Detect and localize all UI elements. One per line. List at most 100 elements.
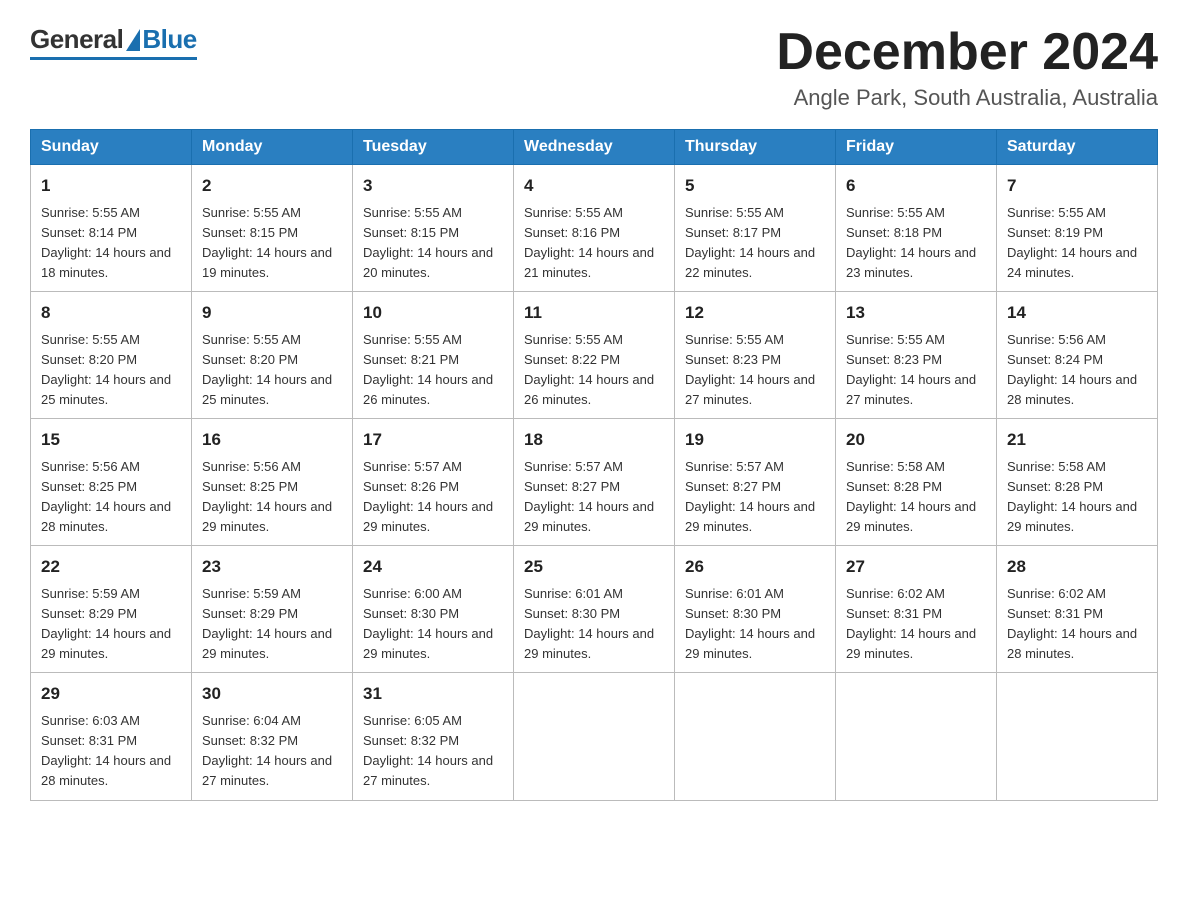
day-number: 10 xyxy=(363,300,503,326)
day-number: 3 xyxy=(363,173,503,199)
calendar-table: Sunday Monday Tuesday Wednesday Thursday… xyxy=(30,129,1158,800)
page-header: General Blue December 2024 Angle Park, S… xyxy=(30,24,1158,111)
calendar-cell: 28 Sunrise: 6:02 AMSunset: 8:31 PMDaylig… xyxy=(997,546,1158,673)
day-info: Sunrise: 5:59 AMSunset: 8:29 PMDaylight:… xyxy=(202,586,332,661)
day-number: 30 xyxy=(202,681,342,707)
day-number: 31 xyxy=(363,681,503,707)
calendar-cell: 2 Sunrise: 5:55 AMSunset: 8:15 PMDayligh… xyxy=(192,165,353,292)
calendar-cell: 12 Sunrise: 5:55 AMSunset: 8:23 PMDaylig… xyxy=(675,292,836,419)
day-info: Sunrise: 5:56 AMSunset: 8:24 PMDaylight:… xyxy=(1007,332,1137,407)
day-number: 26 xyxy=(685,554,825,580)
header-wednesday: Wednesday xyxy=(514,130,675,165)
calendar-cell xyxy=(675,673,836,800)
day-info: Sunrise: 5:55 AMSunset: 8:19 PMDaylight:… xyxy=(1007,205,1137,280)
day-number: 15 xyxy=(41,427,181,453)
calendar-cell: 7 Sunrise: 5:55 AMSunset: 8:19 PMDayligh… xyxy=(997,165,1158,292)
calendar-cell xyxy=(514,673,675,800)
day-number: 22 xyxy=(41,554,181,580)
calendar-week-2: 8 Sunrise: 5:55 AMSunset: 8:20 PMDayligh… xyxy=(31,292,1158,419)
day-info: Sunrise: 5:56 AMSunset: 8:25 PMDaylight:… xyxy=(202,459,332,534)
day-number: 1 xyxy=(41,173,181,199)
day-number: 4 xyxy=(524,173,664,199)
day-info: Sunrise: 6:05 AMSunset: 8:32 PMDaylight:… xyxy=(363,713,493,788)
calendar-cell: 14 Sunrise: 5:56 AMSunset: 8:24 PMDaylig… xyxy=(997,292,1158,419)
calendar-cell xyxy=(836,673,997,800)
logo-triangle-icon xyxy=(126,29,140,51)
month-title: December 2024 xyxy=(776,24,1158,81)
day-info: Sunrise: 5:55 AMSunset: 8:23 PMDaylight:… xyxy=(685,332,815,407)
logo-underline xyxy=(30,57,197,60)
header-monday: Monday xyxy=(192,130,353,165)
day-number: 16 xyxy=(202,427,342,453)
day-info: Sunrise: 6:03 AMSunset: 8:31 PMDaylight:… xyxy=(41,713,171,788)
header-saturday: Saturday xyxy=(997,130,1158,165)
calendar-cell: 24 Sunrise: 6:00 AMSunset: 8:30 PMDaylig… xyxy=(353,546,514,673)
logo: General Blue xyxy=(30,24,197,60)
calendar-cell: 10 Sunrise: 5:55 AMSunset: 8:21 PMDaylig… xyxy=(353,292,514,419)
day-info: Sunrise: 6:00 AMSunset: 8:30 PMDaylight:… xyxy=(363,586,493,661)
header-friday: Friday xyxy=(836,130,997,165)
calendar-cell: 17 Sunrise: 5:57 AMSunset: 8:26 PMDaylig… xyxy=(353,419,514,546)
day-info: Sunrise: 5:55 AMSunset: 8:22 PMDaylight:… xyxy=(524,332,654,407)
day-info: Sunrise: 5:56 AMSunset: 8:25 PMDaylight:… xyxy=(41,459,171,534)
calendar-cell: 25 Sunrise: 6:01 AMSunset: 8:30 PMDaylig… xyxy=(514,546,675,673)
day-info: Sunrise: 5:57 AMSunset: 8:26 PMDaylight:… xyxy=(363,459,493,534)
logo-blue-text: Blue xyxy=(142,24,196,55)
calendar-cell: 23 Sunrise: 5:59 AMSunset: 8:29 PMDaylig… xyxy=(192,546,353,673)
calendar-cell: 20 Sunrise: 5:58 AMSunset: 8:28 PMDaylig… xyxy=(836,419,997,546)
day-number: 7 xyxy=(1007,173,1147,199)
calendar-cell: 6 Sunrise: 5:55 AMSunset: 8:18 PMDayligh… xyxy=(836,165,997,292)
calendar-cell: 31 Sunrise: 6:05 AMSunset: 8:32 PMDaylig… xyxy=(353,673,514,800)
day-number: 12 xyxy=(685,300,825,326)
day-info: Sunrise: 5:55 AMSunset: 8:20 PMDaylight:… xyxy=(41,332,171,407)
calendar-cell: 11 Sunrise: 5:55 AMSunset: 8:22 PMDaylig… xyxy=(514,292,675,419)
day-info: Sunrise: 6:01 AMSunset: 8:30 PMDaylight:… xyxy=(685,586,815,661)
day-info: Sunrise: 6:02 AMSunset: 8:31 PMDaylight:… xyxy=(846,586,976,661)
day-info: Sunrise: 5:55 AMSunset: 8:16 PMDaylight:… xyxy=(524,205,654,280)
day-number: 8 xyxy=(41,300,181,326)
day-number: 11 xyxy=(524,300,664,326)
day-number: 29 xyxy=(41,681,181,707)
calendar-cell: 5 Sunrise: 5:55 AMSunset: 8:17 PMDayligh… xyxy=(675,165,836,292)
day-number: 20 xyxy=(846,427,986,453)
day-info: Sunrise: 5:55 AMSunset: 8:17 PMDaylight:… xyxy=(685,205,815,280)
location-subtitle: Angle Park, South Australia, Australia xyxy=(776,85,1158,111)
calendar-cell: 27 Sunrise: 6:02 AMSunset: 8:31 PMDaylig… xyxy=(836,546,997,673)
calendar-cell: 13 Sunrise: 5:55 AMSunset: 8:23 PMDaylig… xyxy=(836,292,997,419)
day-number: 25 xyxy=(524,554,664,580)
calendar-cell: 29 Sunrise: 6:03 AMSunset: 8:31 PMDaylig… xyxy=(31,673,192,800)
day-info: Sunrise: 5:57 AMSunset: 8:27 PMDaylight:… xyxy=(524,459,654,534)
header-sunday: Sunday xyxy=(31,130,192,165)
day-number: 27 xyxy=(846,554,986,580)
calendar-cell: 19 Sunrise: 5:57 AMSunset: 8:27 PMDaylig… xyxy=(675,419,836,546)
calendar-cell: 22 Sunrise: 5:59 AMSunset: 8:29 PMDaylig… xyxy=(31,546,192,673)
day-number: 28 xyxy=(1007,554,1147,580)
calendar-cell: 26 Sunrise: 6:01 AMSunset: 8:30 PMDaylig… xyxy=(675,546,836,673)
day-info: Sunrise: 5:59 AMSunset: 8:29 PMDaylight:… xyxy=(41,586,171,661)
calendar-cell: 1 Sunrise: 5:55 AMSunset: 8:14 PMDayligh… xyxy=(31,165,192,292)
calendar-week-4: 22 Sunrise: 5:59 AMSunset: 8:29 PMDaylig… xyxy=(31,546,1158,673)
calendar-cell: 8 Sunrise: 5:55 AMSunset: 8:20 PMDayligh… xyxy=(31,292,192,419)
day-info: Sunrise: 6:04 AMSunset: 8:32 PMDaylight:… xyxy=(202,713,332,788)
day-number: 13 xyxy=(846,300,986,326)
day-info: Sunrise: 5:55 AMSunset: 8:14 PMDaylight:… xyxy=(41,205,171,280)
day-number: 24 xyxy=(363,554,503,580)
day-number: 19 xyxy=(685,427,825,453)
calendar-cell xyxy=(997,673,1158,800)
day-info: Sunrise: 6:02 AMSunset: 8:31 PMDaylight:… xyxy=(1007,586,1137,661)
day-number: 5 xyxy=(685,173,825,199)
day-number: 9 xyxy=(202,300,342,326)
day-number: 21 xyxy=(1007,427,1147,453)
calendar-week-5: 29 Sunrise: 6:03 AMSunset: 8:31 PMDaylig… xyxy=(31,673,1158,800)
day-info: Sunrise: 5:55 AMSunset: 8:15 PMDaylight:… xyxy=(363,205,493,280)
calendar-cell: 3 Sunrise: 5:55 AMSunset: 8:15 PMDayligh… xyxy=(353,165,514,292)
day-number: 14 xyxy=(1007,300,1147,326)
day-info: Sunrise: 6:01 AMSunset: 8:30 PMDaylight:… xyxy=(524,586,654,661)
day-info: Sunrise: 5:58 AMSunset: 8:28 PMDaylight:… xyxy=(1007,459,1137,534)
logo-general-text: General xyxy=(30,24,123,55)
header-tuesday: Tuesday xyxy=(353,130,514,165)
calendar-cell: 9 Sunrise: 5:55 AMSunset: 8:20 PMDayligh… xyxy=(192,292,353,419)
calendar-week-1: 1 Sunrise: 5:55 AMSunset: 8:14 PMDayligh… xyxy=(31,165,1158,292)
day-info: Sunrise: 5:55 AMSunset: 8:18 PMDaylight:… xyxy=(846,205,976,280)
day-info: Sunrise: 5:58 AMSunset: 8:28 PMDaylight:… xyxy=(846,459,976,534)
